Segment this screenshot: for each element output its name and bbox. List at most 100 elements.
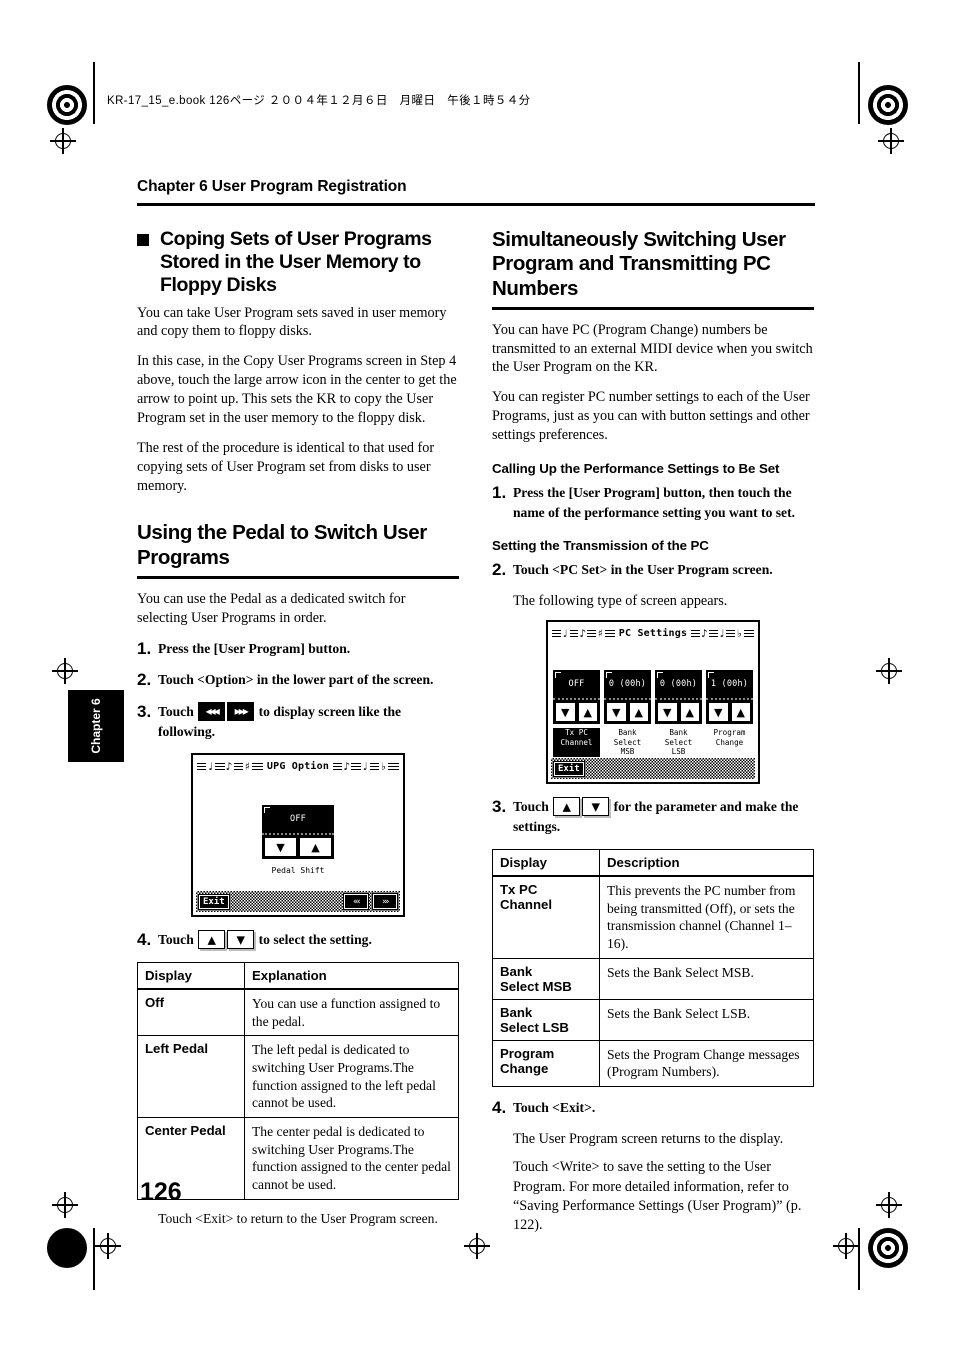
registration-mark-bottom-left	[47, 1228, 87, 1268]
table-header-display: Display	[492, 848, 600, 877]
lcd-up-arrow-button[interactable]: ▲	[577, 702, 598, 723]
registration-mark-bottom-right	[868, 1228, 908, 1268]
step-text: Press the [User Program] button.	[158, 640, 351, 656]
section-heading-simultaneous-switching: Simultaneously Switching User Program an…	[492, 228, 786, 300]
step-text: Touch ▲ ▼ for the parameter and make the …	[513, 797, 814, 836]
lcd-parameter-labels: Tx PC Channel Bank Select MSB Bank Selec…	[553, 728, 753, 757]
lcd-label-bank-select-msb: Bank Select MSB	[613, 728, 642, 757]
table-row: Tx PC Channel This prevents the PC numbe…	[492, 875, 814, 959]
lcd-value-display: OFF	[262, 805, 334, 834]
lcd-down-arrow-button[interactable]: ▼	[657, 702, 678, 723]
lcd-figure-pc-settings: ♩ ♪ ♯ PC Settings ♪ ♩ ♭ OFF ▼ ▲ 0 (00h) …	[546, 620, 760, 785]
table-cell-display: Center Pedal	[137, 1117, 245, 1200]
table-footnote: Touch <Exit> to return to the User Progr…	[158, 1210, 438, 1226]
lcd-parameter-tx-pc-channel: OFF ▼ ▲	[553, 670, 600, 725]
lcd-next-page-button[interactable]: ›»	[372, 893, 398, 911]
section-heading-rule	[137, 576, 459, 579]
lcd-label-program-change: Program Change	[713, 728, 746, 747]
lcd-up-arrow-button[interactable]: ▲	[299, 837, 332, 858]
step-text-after: to select the setting.	[258, 932, 372, 948]
crosshair-mark-left-top	[50, 128, 76, 154]
chapter-header: Chapter 6 User Program Registration	[137, 178, 407, 195]
music-staff-decoration-right: ♪ ♩ ♭	[691, 627, 754, 641]
pc-settings-table: Display Description Tx PC Channel This p…	[492, 848, 814, 1087]
trim-line-right	[858, 62, 860, 124]
step-item: 3. Touch ▲ ▼ for the parameter and make t…	[492, 797, 814, 836]
step-text: Press the [User Program] button, then to…	[513, 484, 796, 520]
crosshair-mark-right-mid	[876, 658, 902, 684]
paragraph: You can register PC number settings to e…	[492, 389, 810, 444]
paragraph: You can have PC (Program Change) numbers…	[492, 321, 813, 376]
step-item: 4. Touch ▲ ▼ to select the setting.	[137, 930, 459, 950]
lcd-down-arrow-button[interactable]: ▼	[264, 837, 297, 858]
step-text-before: Touch	[513, 799, 549, 815]
lcd-down-arrow-button[interactable]: ▼	[708, 702, 729, 723]
trim-line-right-bottom	[858, 1228, 860, 1290]
music-staff-decoration-right: ♪ ♩ ♭	[333, 760, 399, 774]
section-heading-copying-sets-label: Coping Sets of User Programs Stored in t…	[160, 228, 432, 297]
table-row: Left Pedal The left pedal is dedicated t…	[137, 1035, 459, 1119]
crosshair-mark-left-bottom	[52, 1192, 78, 1218]
step-item: 2. Touch <PC Set> in the User Program sc…	[492, 560, 814, 580]
table-cell-description: Sets the Bank Select MSB.	[599, 957, 814, 1000]
lcd-title-label: PC Settings	[618, 628, 688, 640]
right-column: Simultaneously Switching User Program an…	[492, 228, 814, 1245]
page-canvas: KR-17_15_e.book 126ページ ２００４年１２月６日 月曜日 午後…	[0, 0, 954, 1351]
step-note: The User Program screen returns to the d…	[513, 1130, 784, 1147]
table-cell-explanation: You can use a function assigned to the p…	[244, 988, 459, 1037]
chapter-side-tab: Chapter 6	[68, 690, 124, 762]
lcd-parameter-columns: OFF ▼ ▲ 0 (00h) ▼ ▲ 0 (00h) ▼ ▲ 1 (00h) …	[553, 670, 753, 725]
step-text-after: to display screen like the following.	[158, 703, 402, 739]
lcd-up-arrow-button[interactable]: ▲	[730, 702, 751, 723]
step-number: 1.	[492, 482, 507, 502]
lcd-down-arrow-button[interactable]: ▼	[555, 702, 576, 723]
lcd-exit-button[interactable]: Exit	[198, 893, 230, 910]
step-number: 3.	[137, 701, 152, 721]
step-number: 1.	[137, 638, 152, 658]
table-row: Bank Select MSB Sets the Bank Select MSB…	[492, 957, 814, 1000]
table-cell-description: Sets the Bank Select LSB.	[599, 998, 814, 1041]
lcd-up-arrow-button[interactable]: ▲	[628, 702, 649, 723]
table-cell-display: Program Change	[492, 1039, 600, 1087]
lcd-title-bar: ♩ ♪ ♯ PC Settings ♪ ♩ ♭	[552, 626, 754, 641]
step-text-before: Touch	[158, 703, 194, 719]
table-cell-description: This prevents the PC number from being t…	[599, 875, 814, 959]
chapter-side-tab-label: Chapter 6	[89, 698, 103, 754]
subheading-setting-transmission: Setting the Transmission of the PC	[492, 538, 709, 554]
lcd-label-bank-select-lsb: Bank Select LSB	[664, 728, 693, 757]
lcd-down-arrow-button[interactable]: ▼	[606, 702, 627, 723]
lcd-parameter-bank-select-lsb: 0 (00h) ▼ ▲	[655, 670, 702, 725]
lcd-arrow-row: ▼ ▲	[604, 698, 651, 725]
crosshair-mark-left-mid	[52, 658, 78, 684]
down-arrow-icon: ▼	[227, 930, 255, 950]
table-cell-explanation: The left pedal is dedicated to switching…	[244, 1035, 459, 1119]
table-header-display: Display	[137, 962, 245, 991]
step-number: 3.	[492, 797, 507, 817]
step-number: 4.	[137, 930, 152, 950]
lcd-exit-button[interactable]: Exit	[553, 760, 585, 777]
down-arrow-icon: ▼	[582, 797, 610, 817]
paragraph: In this case, in the Copy User Programs …	[137, 353, 457, 426]
triple-right-chevron-icon: ▸▸▸	[227, 701, 255, 721]
step-item: 1. Press the [User Program] button.	[137, 639, 459, 659]
lcd-screen: ♩ ♪ ♯ UPG Option ♪ ♩ ♭ OFF ▼ ▲ Pedal Shi…	[191, 753, 405, 918]
triple-left-chevron-icon: ◂◂◂	[198, 701, 226, 721]
registration-mark-top-left	[47, 85, 87, 125]
lcd-prev-page-button[interactable]: «‹	[343, 893, 369, 911]
lcd-up-arrow-button[interactable]: ▲	[679, 702, 700, 723]
step-item: 1. Press the [User Program] button, then…	[492, 483, 814, 522]
lcd-label-tx-pc-channel: Tx PC Channel	[553, 728, 600, 757]
trim-line-left-bottom	[93, 1228, 95, 1290]
subheading-calling-up: Calling Up the Performance Settings to B…	[492, 460, 780, 476]
lcd-parameter-caption: Pedal Shift	[271, 866, 325, 876]
step-note: The following type of screen appears.	[513, 593, 728, 610]
lcd-value-display: 0 (00h)	[604, 670, 651, 699]
section-heading-pedal-switch: Using the Pedal to Switch User Programs	[137, 521, 427, 569]
crosshair-mark-bottom-right-edge	[833, 1233, 859, 1259]
table-cell-display: Bank Select MSB	[492, 957, 600, 1000]
step-text: Touch ◂◂◂ ▸▸▸ to display screen like the …	[158, 701, 459, 741]
step-text: Touch <Exit>.	[513, 1099, 596, 1115]
table-header-description: Description	[599, 848, 814, 877]
lcd-parameter-group: OFF ▼ ▲ Pedal Shift	[193, 805, 403, 875]
print-slug-line: KR-17_15_e.book 126ページ ２００４年１２月６日 月曜日 午後…	[107, 95, 531, 107]
